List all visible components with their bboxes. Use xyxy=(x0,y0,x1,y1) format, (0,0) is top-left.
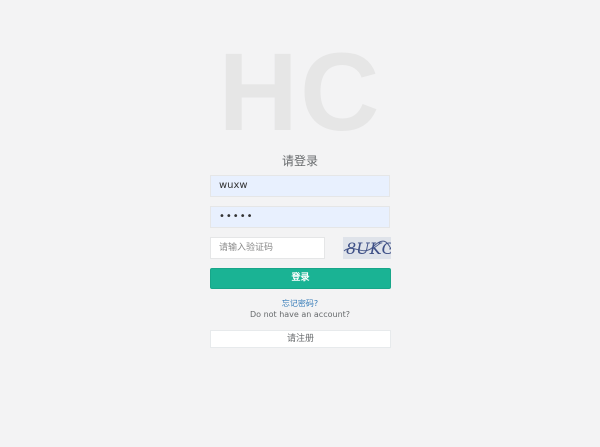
register-button[interactable]: 请注册 xyxy=(210,330,391,348)
forgot-password-link[interactable]: 忘记密码? xyxy=(0,298,600,309)
captcha-graphic: 8UKG xyxy=(343,239,391,258)
logo-text: HC xyxy=(218,31,382,154)
username-input[interactable]: wuxw xyxy=(210,175,390,197)
login-button[interactable]: 登录 xyxy=(210,268,391,289)
captcha-text: 8UKG xyxy=(346,239,391,258)
password-input[interactable]: ••••• xyxy=(210,206,390,228)
page-title: 请登录 xyxy=(281,154,318,168)
captcha-image[interactable]: 8UKG xyxy=(343,237,391,259)
no-account-text: Do not have an account? xyxy=(249,310,351,319)
captcha-input[interactable] xyxy=(210,237,325,259)
login-page: HC 请登录 wuxw ••••• 8UKG 登录 忘记密码? Do not h… xyxy=(0,0,600,447)
